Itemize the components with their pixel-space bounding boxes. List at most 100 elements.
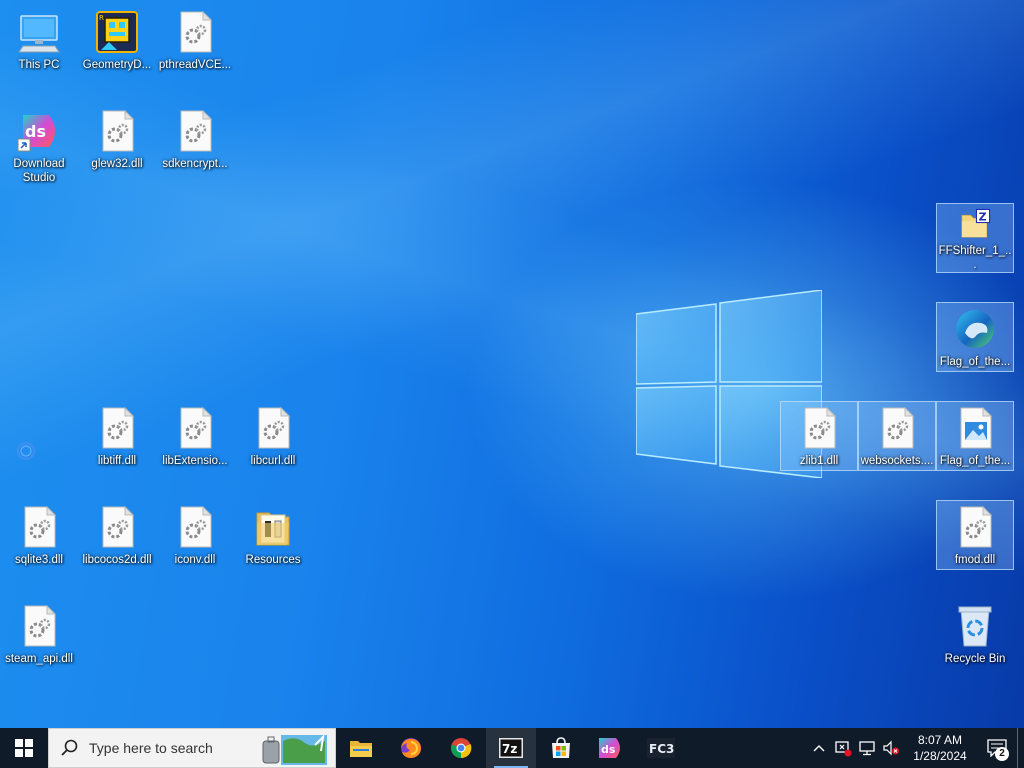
zip-folder-icon: Z [961,208,991,238]
desktop-icon-label: Flag_of_the... [939,455,1011,467]
folder-icon [256,512,290,546]
action-center-button[interactable]: 2 [977,728,1017,768]
desktop-icon-label: libcocos2d.dll [82,554,152,566]
clock-time: 8:07 AM [917,733,963,747]
file-explorer-icon [350,741,372,757]
desktop-icon-label: FFShifter_1_... [938,245,1012,271]
taskbar-download-studio[interactable]: ds [586,728,636,768]
desktop-icon-this-pc[interactable]: This PC [1,6,77,72]
svg-text:Z: Z [979,210,987,223]
desktop-icon-label: Flag_of_the... [939,356,1011,368]
desktop-icon-label: sdkencrypt... [162,158,228,170]
tray-network[interactable] [855,728,879,768]
fc3-icon: FC3 [647,738,675,758]
geometry-dash-icon: R [96,11,138,53]
desktop-icon-libcurl[interactable]: libcurl.dll [235,402,311,468]
desktop-icon-websockets[interactable]: websockets.... [858,401,936,471]
taskbar-file-explorer[interactable] [336,728,386,768]
show-desktop-button[interactable] [1017,728,1024,768]
taskbar-search-box[interactable]: Type here to search [48,728,336,768]
dll-file-icon [882,406,915,449]
desktop-icon-iconv[interactable]: iconv.dll [157,501,233,567]
microsoft-store-icon [552,737,570,758]
taskbar-7zip[interactable]: 7z [486,728,536,768]
desktop-icon-resources[interactable]: Resources [235,501,311,567]
desktop-icon-label: This PC [18,59,60,71]
dll-file-icon [960,505,993,548]
taskbar-firefox[interactable] [386,728,436,768]
clock-date: 1/28/2024 [913,749,967,763]
desktop-icon-label: libtiff.dll [97,455,137,467]
desktop-icon-label: libcurl.dll [250,455,296,467]
dll-file-icon [102,109,135,152]
desktop-icon-label: pthreadVCE... [158,59,232,71]
taskbar-clock[interactable]: 8:07 AM 1/28/2024 [903,728,977,768]
recycle-bin-icon [958,606,992,647]
svg-text:R: R [99,14,104,22]
7zip-label: 7z [502,742,517,756]
desktop-icon-pthreadvce[interactable]: pthreadVCE... [157,6,233,72]
dll-file-icon [180,505,213,548]
desktop-icon-label: websockets.... [860,455,934,467]
desktop-icon-flag-image[interactable]: Flag_of_the... [936,401,1014,471]
dll-file-icon [102,505,135,548]
desktop-icon-download-studio[interactable]: ds Download Studio [1,105,77,185]
desktop-icon-fmod[interactable]: fmod.dll [936,500,1014,570]
desktop-icon-label: libExtensio... [162,455,228,467]
chrome-icon [451,738,472,759]
chevron-up-icon [813,745,825,752]
edge-browser-icon [956,310,994,348]
download-studio-icon: ds [17,115,55,152]
image-file-icon [960,406,993,449]
desktop-icon-label: zlib1.dll [799,455,839,467]
fc3-label: FC3 [649,742,674,756]
system-tray: 8:07 AM 1/28/2024 2 [807,728,1024,768]
desktop-icon-label: GeometryD... [82,59,152,71]
desktop-icon-flag-edge[interactable]: Flag_of_the... [936,302,1014,372]
desktop-icon-label: iconv.dll [174,554,216,566]
dll-file-icon [102,406,135,449]
desktop-icon-zlib1[interactable]: zlib1.dll [780,401,858,471]
taskbar-chrome[interactable] [436,728,486,768]
windows-logo-icon [15,739,33,757]
start-button[interactable] [0,728,48,768]
search-placeholder: Type here to search [89,740,213,756]
volume-muted-icon [883,740,899,756]
desktop-icon-label: fmod.dll [954,554,996,566]
desktop-icon-label: steam_api.dll [5,653,73,665]
notification-count-badge: 2 [995,747,1009,761]
desktop-icon-libextension[interactable]: libExtensio... [157,402,233,468]
desktop-icon-libcocos2d[interactable]: libcocos2d.dll [79,501,155,567]
svg-text:ds: ds [601,743,616,756]
firefox-icon [401,738,421,758]
dll-file-icon [258,406,291,449]
taskbar-microsoft-store[interactable] [536,728,586,768]
tray-show-hidden-icons[interactable] [807,728,831,768]
tray-volume[interactable] [879,728,903,768]
tray-security-alert[interactable] [831,728,855,768]
7zip-icon: 7z [499,738,523,758]
desktop-icon-label: Recycle Bin [944,653,1006,665]
search-highlight-travel-icon [262,734,327,765]
desktop-icon-ffshifter[interactable]: Z FFShifter_1_... [936,203,1014,273]
desktop-icon-sqlite3[interactable]: sqlite3.dll [1,501,77,567]
computer-icon [18,15,60,53]
desktop-icon-sdkencrypt[interactable]: sdkencrypt... [157,105,233,171]
dll-file-icon [180,109,213,152]
dll-file-icon [180,406,213,449]
taskbar-fc3[interactable]: FC3 [636,728,686,768]
cortana-ring-icon [16,441,36,461]
desktop[interactable]: This PC R GeometryD... pthreadVCE... ds … [0,0,1024,728]
desktop-icon-glew32[interactable]: glew32.dll [79,105,155,171]
desktop-icon-steam-api[interactable]: steam_api.dll [1,600,77,666]
desktop-icon-recycle-bin[interactable]: Recycle Bin [937,600,1013,666]
desktop-icon-geometry-dash[interactable]: R GeometryD... [79,6,155,72]
dll-file-icon [180,10,213,53]
desktop-icon-libtiff[interactable]: libtiff.dll [79,402,155,468]
search-icon [61,739,78,756]
desktop-icon-label: sqlite3.dll [15,554,63,566]
download-studio-icon: ds [599,738,620,758]
security-warning-icon [835,741,852,757]
desktop-icon-label: glew32.dll [91,158,143,170]
desktop-icon-label: Download Studio [13,158,65,184]
